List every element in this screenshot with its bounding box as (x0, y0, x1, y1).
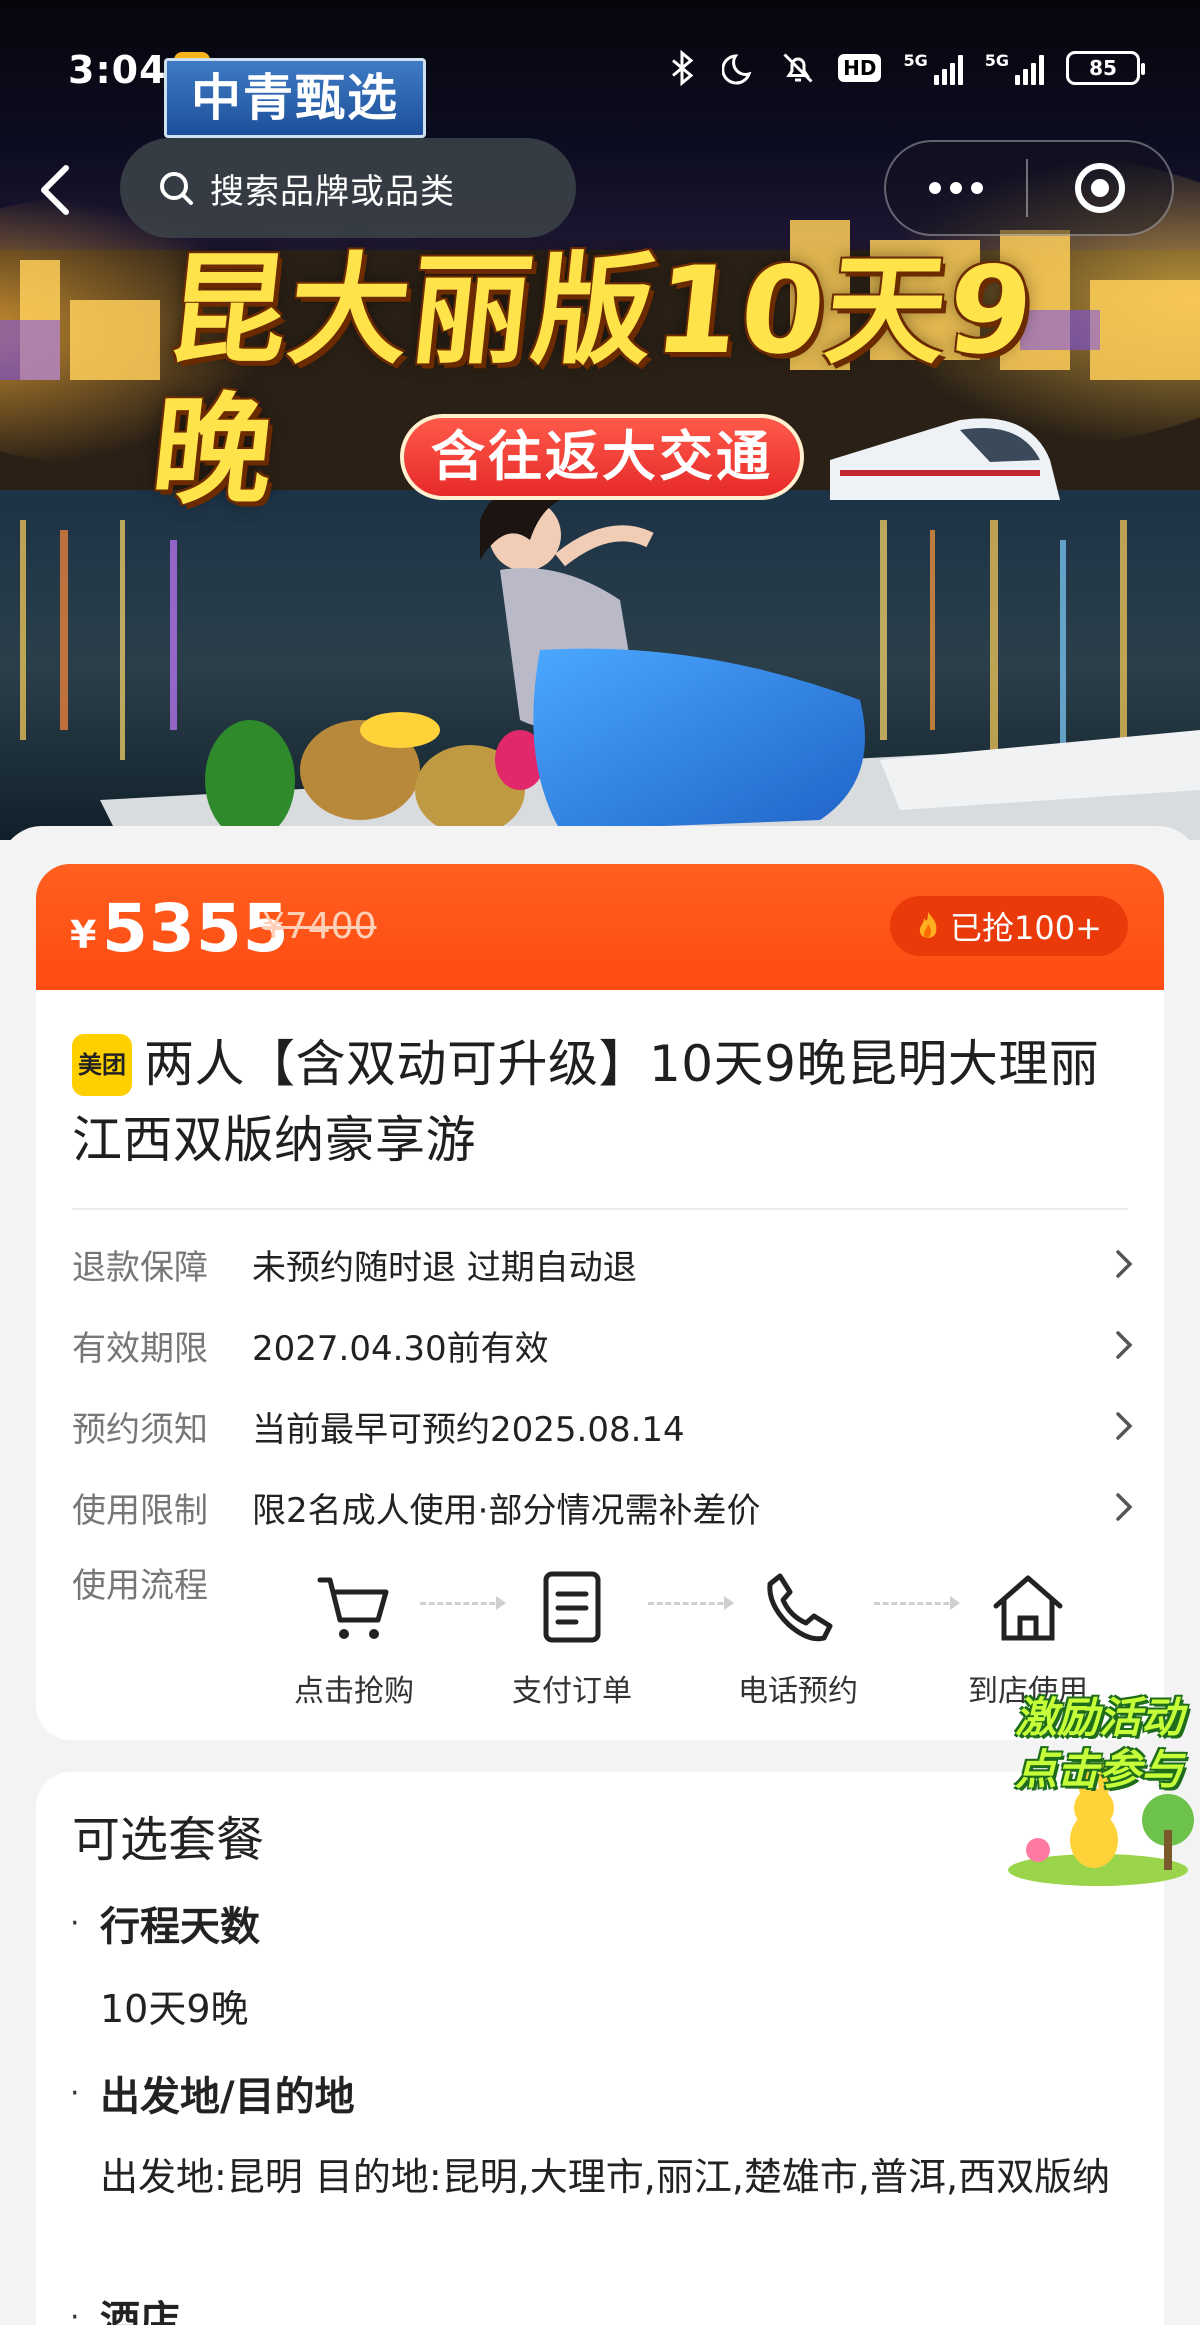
info-label: 预约须知 (72, 1409, 208, 1450)
hero-subhead: 含往返大交通 (400, 414, 804, 500)
status-time: 3:04 (68, 48, 167, 92)
promo-line-1: 激励活动 (1014, 1693, 1183, 1742)
search-bar[interactable]: 搜索品牌或品类 (120, 138, 576, 238)
bullet: · (70, 1906, 80, 1941)
package-option-value: 10天9晚 (100, 1987, 249, 2031)
chevron-right-icon (1116, 1250, 1133, 1278)
usage-flow-label: 使用流程 (72, 1566, 208, 1606)
flame-icon (919, 912, 937, 938)
brand-tag: 中青甄选 (164, 58, 426, 138)
search-placeholder: 搜索品牌或品类 (210, 171, 455, 212)
miniapp-capsule (884, 140, 1174, 236)
info-value: 未预约随时退 过期自动退 (252, 1247, 637, 1288)
flow-step-label: 电话预约 (738, 1674, 858, 1709)
battery-icon: 85 (1066, 51, 1145, 85)
info-row-validity[interactable]: 有效期限 2027.04.30前有效 (72, 1315, 1138, 1375)
flow-step-label: 支付订单 (512, 1674, 632, 1709)
flow-step-buy: 点击抢购 (264, 1568, 444, 1710)
hero-banner: 3:04 · · · HD 5G 5G 85 中青甄选 搜索品牌或品类 (0, 0, 1200, 840)
bullet: · (70, 2076, 80, 2111)
home-icon (993, 1575, 1063, 1641)
info-label: 有效期限 (72, 1328, 208, 1369)
cart-icon (317, 1577, 389, 1639)
package-option-heading: 行程天数 (100, 1904, 260, 1950)
back-arrow-icon[interactable] (30, 160, 80, 220)
more-options-icon[interactable] (886, 182, 1026, 194)
chevron-right-icon (1116, 1493, 1133, 1521)
target-close-icon (1075, 163, 1125, 213)
info-value: 当前最早可预约2025.08.14 (252, 1409, 685, 1450)
document-icon (543, 1571, 601, 1643)
info-row-restrictions[interactable]: 使用限制 限2名成人使用·部分情况需补差价 (72, 1477, 1138, 1537)
sold-count-badge: 已抢100+ (890, 896, 1128, 956)
product-title: 两人【含双动可升级】10天9晚昆明大理丽江西双版纳豪享游 (72, 1035, 1100, 1169)
package-option-heading: 出发地/目的地 (100, 2074, 355, 2120)
info-label: 退款保障 (72, 1247, 208, 1288)
network-type: 5G (984, 51, 1009, 70)
chevron-right-icon (1116, 1412, 1133, 1440)
sold-count-label: 已抢100+ (950, 909, 1102, 947)
signal-icon: 5G (903, 51, 963, 85)
signal-icon: 5G (985, 51, 1044, 85)
chevron-right-icon (1116, 1331, 1133, 1359)
promo-line-2: 点击参与 (1014, 1745, 1183, 1794)
hd-voice-badge: HD (838, 54, 882, 82)
close-miniapp-button[interactable] (1028, 160, 1172, 216)
promo-text: 激励活动 点击参与 (1004, 1692, 1194, 1796)
bluetooth-icon (672, 50, 694, 86)
battery-level: 85 (1089, 56, 1117, 80)
info-value: 2027.04.30前有效 (252, 1328, 549, 1369)
flow-step-label: 点击抢购 (294, 1674, 414, 1709)
moon-icon (722, 54, 752, 85)
info-row-refund[interactable]: 退款保障 未预约随时退 过期自动退 (72, 1234, 1138, 1294)
info-value: 限2名成人使用·部分情况需补差价 (252, 1490, 761, 1531)
mute-icon (783, 53, 813, 83)
info-label: 使用限制 (72, 1490, 208, 1531)
promo-float-button[interactable]: 激励活动 点击参与 (998, 1690, 1198, 1890)
flow-step-call: 电话预约 (708, 1568, 888, 1710)
flow-step-pay: 支付订单 (482, 1568, 662, 1710)
phone-icon (767, 1573, 833, 1642)
package-option-value: 出发地:昆明 目的地:昆明,大理市,丽江,楚雄市,普洱,西双版纳 (100, 2155, 1111, 2199)
package-option-heading: 酒店 (100, 2298, 180, 2325)
network-type: 5G (903, 51, 928, 70)
currency-symbol: ¥ (70, 913, 97, 957)
packages-title: 可选套餐 (72, 1812, 265, 1868)
info-row-booking[interactable]: 预约须知 当前最早可预约2025.08.14 (72, 1396, 1138, 1456)
flow-step-visit: 到店使用 (938, 1568, 1118, 1710)
search-icon (160, 172, 193, 205)
divider (72, 1208, 1128, 1210)
original-price: ¥7400 (262, 906, 377, 947)
bullet: · (70, 2300, 80, 2325)
